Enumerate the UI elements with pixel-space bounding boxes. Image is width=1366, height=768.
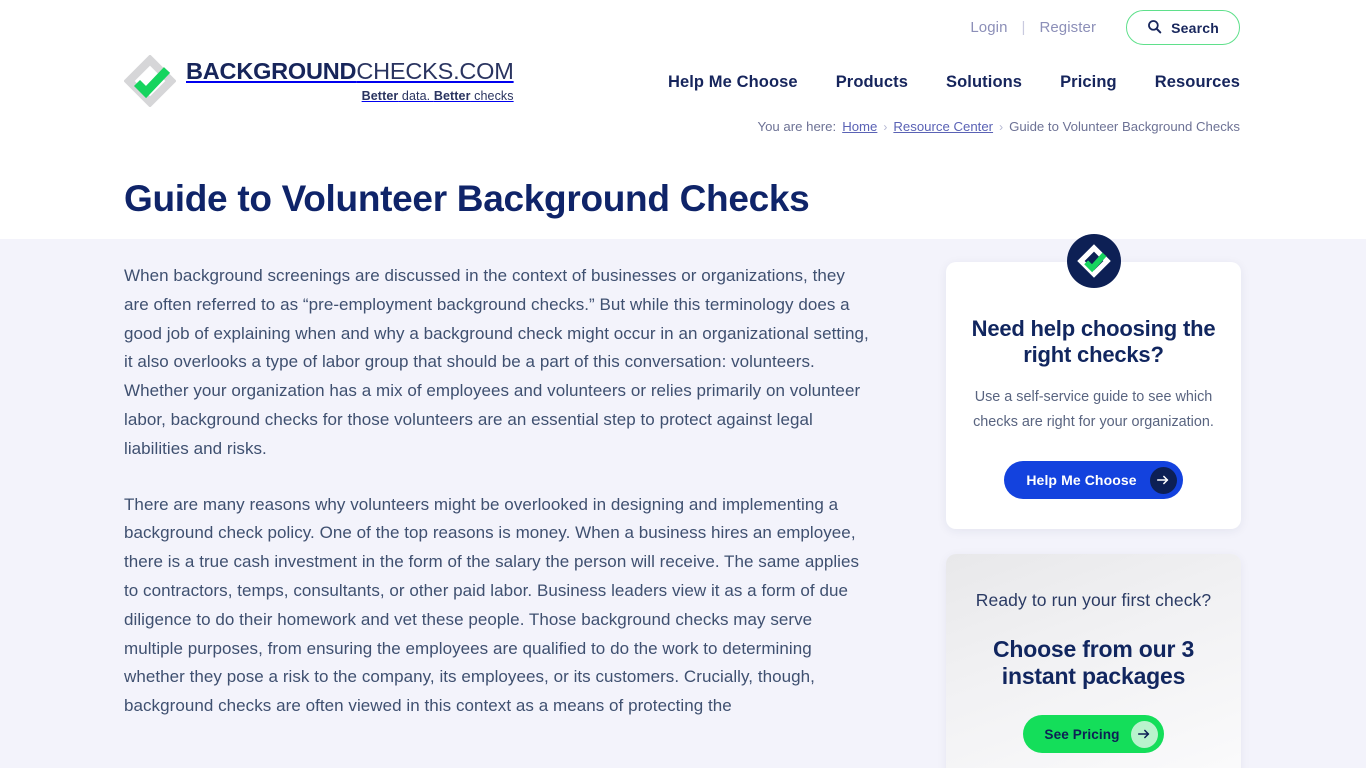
page-title: Guide to Volunteer Background Checks <box>124 178 810 219</box>
arrow-right-icon <box>1130 720 1158 748</box>
breadcrumb-prefix: You are here: <box>757 119 837 134</box>
register-link[interactable]: Register <box>1033 19 1102 36</box>
logo-wordmark-bold: BACKGROUND <box>186 58 357 85</box>
logo-tagline-part-4: checks <box>470 88 514 103</box>
help-card-heading: Need help choosing the right checks? <box>971 316 1216 367</box>
help-me-choose-card: Need help choosing the right checks? Use… <box>946 234 1241 530</box>
arrow-right-icon <box>1149 466 1177 494</box>
nav-item-products[interactable]: Products <box>836 73 908 92</box>
see-pricing-button-label: See Pricing <box>1044 726 1120 742</box>
logo-wordmark: BACKGROUNDCHECKS.COM <box>186 59 514 84</box>
logo-tagline: Better data. Better checks <box>186 89 514 103</box>
help-card-description: Use a self-service guide to see which ch… <box>973 389 1214 431</box>
see-pricing-button[interactable]: See Pricing <box>1023 715 1164 754</box>
sidebar: Need help choosing the right checks? Use… <box>946 234 1241 768</box>
page-root: Login | Register Search BACKGROUNDCHECKS… <box>0 0 1366 768</box>
search-button[interactable]: Search <box>1126 10 1240 45</box>
breadcrumb-chevron-2: › <box>999 119 1004 134</box>
search-icon <box>1147 19 1162 37</box>
utility-bar: Login | Register Search <box>964 10 1240 45</box>
logo-text-block: BACKGROUNDCHECKS.COM Better data. Better… <box>186 59 514 103</box>
nav-item-pricing[interactable]: Pricing <box>1060 73 1117 92</box>
logo-wordmark-light: CHECKS.COM <box>356 58 514 85</box>
logo-tagline-part-1: Better <box>361 88 399 103</box>
utility-separator: | <box>1021 19 1026 36</box>
nav-item-help-me-choose[interactable]: Help Me Choose <box>668 73 798 92</box>
pricing-card: Ready to run your first check? Choose fr… <box>946 554 1241 768</box>
breadcrumb-current: Guide to Volunteer Background Checks <box>1009 119 1240 134</box>
nav-item-solutions[interactable]: Solutions <box>946 73 1022 92</box>
nav-item-resources[interactable]: Resources <box>1155 73 1240 92</box>
logo-tagline-part-3: Better <box>433 88 471 103</box>
diamond-check-logo-icon <box>123 54 177 108</box>
breadcrumb-chevron-1: › <box>883 119 888 134</box>
article-paragraph-1: When background screenings are discussed… <box>124 266 869 458</box>
pricing-card-heading: Choose from our 3 instant packages <box>992 636 1195 690</box>
article-body: When background screenings are discussed… <box>124 262 869 748</box>
login-link[interactable]: Login <box>964 19 1013 36</box>
breadcrumb-link-home[interactable]: Home <box>842 119 877 134</box>
main-navigation: Help Me Choose Products Solutions Pricin… <box>668 68 1240 96</box>
site-logo[interactable]: BACKGROUNDCHECKS.COM Better data. Better… <box>123 54 514 108</box>
help-me-choose-button[interactable]: Help Me Choose <box>1004 461 1183 500</box>
search-button-label: Search <box>1171 19 1219 36</box>
help-me-choose-button-label: Help Me Choose <box>1026 472 1137 489</box>
diamond-check-badge-icon <box>1066 234 1121 288</box>
pricing-card-lead: Ready to run your first check? <box>975 590 1212 611</box>
breadcrumb: You are here: Home › Resource Center › G… <box>757 119 1240 134</box>
article-paragraph-2: There are many reasons why volunteers mi… <box>124 494 860 716</box>
breadcrumb-link-resource-center[interactable]: Resource Center <box>893 119 993 134</box>
logo-tagline-part-2: data. <box>398 88 434 103</box>
